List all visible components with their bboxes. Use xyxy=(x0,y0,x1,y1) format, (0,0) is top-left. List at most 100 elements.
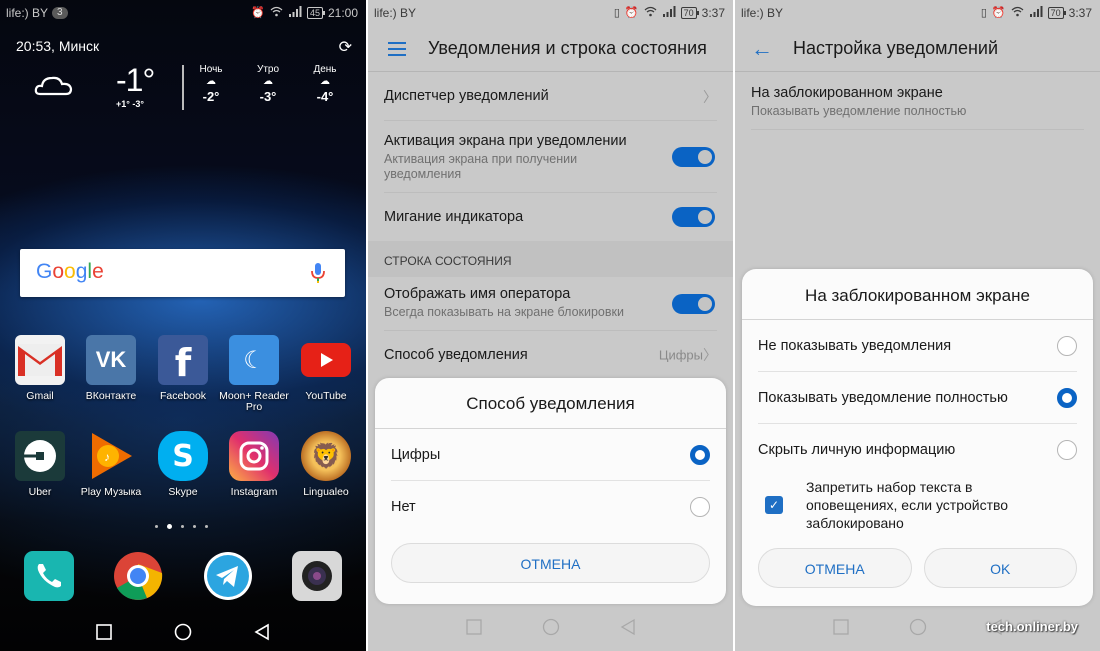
checkbox-checked[interactable]: ✓ xyxy=(765,496,783,514)
row-lock-screen[interactable]: На заблокированном экране Показывать уве… xyxy=(751,73,1084,130)
clock: 3:37 xyxy=(701,6,725,20)
signal-icon xyxy=(1029,6,1043,20)
wake-screen-toggle[interactable] xyxy=(672,146,715,167)
row-show-carrier[interactable]: Отображать имя оператора Всегда показыва… xyxy=(384,277,717,331)
navigation-bar xyxy=(0,613,366,651)
home-button[interactable] xyxy=(542,618,560,636)
google-search-bar[interactable]: Google xyxy=(20,249,345,297)
forecast-morning: Утро ☁ -3° xyxy=(248,64,288,104)
watermark: tech.onliner.by xyxy=(986,619,1078,634)
menu-icon[interactable] xyxy=(388,38,406,60)
moon-reader-icon: ☾ xyxy=(229,335,279,385)
vibrate-icon: ▯ xyxy=(613,7,620,19)
dialog-title: На заблокированном экране xyxy=(742,269,1093,320)
notification-config-screen: life:) BY ▯ ⏰ 70 3:37 ← Настройка уведом… xyxy=(735,0,1100,651)
option-show-full[interactable]: Показывать уведомление полностью xyxy=(758,372,1077,424)
carrier-name: life:) BY xyxy=(741,6,784,20)
recent-apps-button[interactable] xyxy=(96,624,112,640)
recent-apps-button[interactable] xyxy=(465,619,482,635)
page-title: Настройка уведомлений xyxy=(793,38,999,58)
clock: 21:00 xyxy=(327,6,358,20)
app-facebook[interactable]: f Facebook xyxy=(148,335,218,402)
row-wake-screen[interactable]: Активация экрана при уведомлении Активац… xyxy=(384,121,717,193)
app-youtube[interactable]: YouTube xyxy=(291,335,361,402)
refresh-icon[interactable]: ⟳ xyxy=(339,37,352,57)
app-lingualeo[interactable]: 🦁 Lingualeo xyxy=(291,431,361,498)
signal-icon xyxy=(662,6,676,20)
app-moon-reader[interactable]: ☾ Moon+ Reader Pro xyxy=(219,335,289,413)
back-arrow-icon[interactable]: ← xyxy=(751,37,773,60)
home-button[interactable] xyxy=(174,623,192,641)
radio-unselected[interactable] xyxy=(690,497,710,517)
option-hide-notifications[interactable]: Не показывать уведомления xyxy=(758,320,1077,372)
dock-chrome[interactable] xyxy=(113,551,163,601)
back-button[interactable] xyxy=(254,623,270,641)
block-typing-checkbox-row[interactable]: ✓ Запретить набор текста в оповещениях, … xyxy=(742,476,1093,536)
row-led-blink[interactable]: Мигание индикатора xyxy=(384,193,717,241)
instagram-icon xyxy=(229,431,279,481)
page-dot[interactable] xyxy=(181,525,184,528)
page-dot[interactable] xyxy=(193,525,196,528)
app-play-music[interactable]: ♪ Play Музыка xyxy=(76,431,146,498)
show-carrier-toggle[interactable] xyxy=(672,293,715,314)
chrome-icon xyxy=(114,552,163,600)
option-none[interactable]: Нет xyxy=(391,481,710,533)
chevron-right-icon: 〉 xyxy=(703,347,717,363)
battery-indicator: 70 xyxy=(1047,7,1066,19)
page-dot[interactable] xyxy=(205,525,208,528)
ok-button[interactable]: OK xyxy=(923,548,1077,588)
section-header-status-bar: СТРОКА СОСТОЯНИЯ xyxy=(368,241,733,277)
chevron-right-icon: 〉 xyxy=(703,88,717,105)
app-gmail[interactable]: Gmail xyxy=(5,335,75,402)
cloud-icon: ☁ xyxy=(263,76,273,87)
facebook-icon: f xyxy=(158,335,208,385)
dock-camera[interactable] xyxy=(292,551,342,601)
vk-icon: VK xyxy=(86,335,136,385)
app-skype[interactable]: S Skype xyxy=(148,431,218,498)
play-music-icon: ♪ xyxy=(86,431,136,481)
notification-style-value: Цифры xyxy=(658,347,703,363)
lock-screen-dialog: На заблокированном экране Не показывать … xyxy=(742,269,1093,606)
current-temperature: -1° xyxy=(116,62,155,98)
dialog-buttons: ОТМЕНА OK xyxy=(758,548,1077,588)
wifi-icon xyxy=(644,6,657,20)
dialog-title: Способ уведомления xyxy=(375,378,726,429)
home-screen: life:) BY 3 ⏰ 45 21:00 20:53, Минск ⟳ -1… xyxy=(0,0,366,651)
notification-style-dialog: Способ уведомления Цифры Нет ОТМЕНА xyxy=(375,378,726,604)
cancel-button[interactable]: ОТМЕНА xyxy=(758,548,912,588)
home-button[interactable] xyxy=(909,618,927,636)
cloud-icon xyxy=(34,74,74,101)
battery-indicator: 45 xyxy=(306,7,325,19)
radio-unselected[interactable] xyxy=(1057,440,1077,460)
phone-icon xyxy=(24,551,74,601)
dock-telegram[interactable] xyxy=(203,551,253,601)
cloud-icon: ☁ xyxy=(206,76,216,87)
app-uber[interactable]: Uber xyxy=(5,431,75,498)
carrier-name: life:) BY xyxy=(6,6,49,20)
wifi-icon xyxy=(270,6,283,20)
cancel-button[interactable]: ОТМЕНА xyxy=(391,543,710,583)
option-digits[interactable]: Цифры xyxy=(391,429,710,481)
row-notification-style[interactable]: Способ уведомления Цифры 〉 xyxy=(384,331,717,379)
led-blink-toggle[interactable] xyxy=(672,207,715,227)
radio-unselected[interactable] xyxy=(1057,335,1077,356)
page-dot-active[interactable] xyxy=(167,524,172,529)
row-notification-manager[interactable]: Диспетчер уведомлений 〉 xyxy=(384,73,717,121)
back-button[interactable] xyxy=(620,618,636,636)
status-bar: life:) BY 3 ⏰ 45 21:00 xyxy=(0,0,366,26)
microphone-icon[interactable] xyxy=(311,262,325,289)
navigation-bar xyxy=(368,603,733,651)
alarm-icon: ⏰ xyxy=(251,7,265,19)
camera-icon xyxy=(292,551,342,601)
app-vkontakte[interactable]: VK ВКонтакте xyxy=(76,335,146,402)
page-title: Уведомления и строка состояния xyxy=(428,38,707,58)
dock-phone[interactable] xyxy=(24,551,74,601)
option-hide-private[interactable]: Скрыть личную информацию xyxy=(758,424,1077,476)
app-instagram[interactable]: Instagram xyxy=(219,431,289,498)
radio-selected[interactable] xyxy=(690,444,710,465)
notification-count-badge: 3 xyxy=(52,7,68,19)
radio-selected[interactable] xyxy=(1057,387,1077,408)
page-dot[interactable] xyxy=(155,525,158,528)
recent-apps-button[interactable] xyxy=(832,619,849,635)
lingualeo-icon: 🦁 xyxy=(301,431,351,481)
